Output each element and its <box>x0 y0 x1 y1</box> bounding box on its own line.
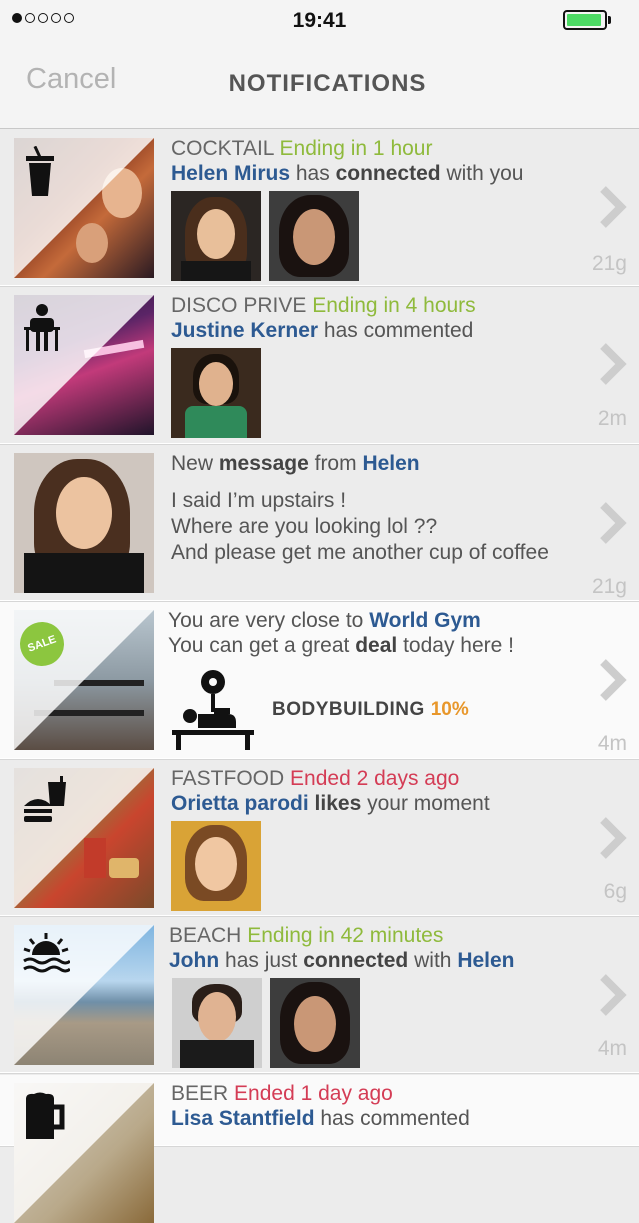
message-line: And please get me another cup of coffee <box>171 541 549 564</box>
text-after: has commented <box>320 1107 470 1130</box>
event-category: BEER <box>171 1082 229 1105</box>
beer-mug-icon <box>26 1092 65 1139</box>
timestamp: 4m <box>597 1037 627 1060</box>
notification-row-fastfood[interactable]: FASTFOOD Ended 2 days ago Orietta parodi… <box>0 760 639 916</box>
text-after: with you <box>446 162 524 185</box>
event-category: COCKTAIL <box>171 137 274 160</box>
notification-content: DISCO PRIVE Ending in 4 hours Justine Ke… <box>171 293 579 438</box>
action-text: connected <box>303 949 409 972</box>
notification-row-beer[interactable]: BEER Ended 1 day ago Lisa Stantfield has… <box>0 1075 639 1223</box>
place-thumbnail: SALE <box>14 610 154 750</box>
event-thumbnail <box>14 138 154 278</box>
sunset-sea-icon <box>23 933 70 973</box>
user-name[interactable]: John <box>169 949 219 972</box>
event-status: Ending in 4 hours <box>312 294 476 317</box>
event-category: BEACH <box>169 924 242 947</box>
user-name[interactable]: Helen <box>362 452 419 475</box>
notification-row-cocktail[interactable]: COCKTAIL Ending in 1 hour Helen Mirus ha… <box>0 130 639 286</box>
event-status: Ending in 42 minutes <box>247 924 444 947</box>
deal-text: deal <box>355 634 398 657</box>
message-line: Where are you looking lol ?? <box>171 515 438 538</box>
status-bar: 19:41 <box>0 0 639 40</box>
avatar[interactable] <box>269 191 359 281</box>
battery-icon <box>563 10 607 30</box>
timestamp: 21g <box>591 575 627 598</box>
user-name[interactable]: Justine Kerner <box>171 319 318 342</box>
timestamp: 4m <box>597 732 627 755</box>
offer-label: BODYBUILDING <box>272 699 425 720</box>
battery-tip <box>608 16 611 24</box>
cocktail-glass-icon <box>26 146 54 196</box>
weightlifter-icon <box>172 670 254 750</box>
notification-content: You are very close to World Gym You can … <box>168 608 579 752</box>
notification-row-disco[interactable]: DISCO PRIVE Ending in 4 hours Justine Ke… <box>0 287 639 444</box>
text-after: with <box>414 949 452 972</box>
notification-content: BEACH Ending in 42 minutes John has just… <box>169 923 579 1068</box>
text-prefix: New <box>171 452 214 475</box>
event-status: Ended 1 day ago <box>234 1082 393 1105</box>
chevron-right-icon[interactable] <box>597 185 627 229</box>
offer[interactable]: BODYBUILDING 10% <box>168 668 579 752</box>
event-thumbnail <box>14 925 154 1065</box>
avatar[interactable] <box>171 191 261 281</box>
text-before: has <box>295 162 330 185</box>
action-text: connected <box>335 162 441 185</box>
avatar[interactable] <box>171 821 261 911</box>
chevron-right-icon[interactable] <box>597 342 627 386</box>
timestamp: 2m <box>597 407 627 430</box>
text-after: has commented <box>323 319 474 342</box>
notification-row-message[interactable]: New message from Helen I said I’m upstai… <box>0 445 639 601</box>
action-text: likes <box>314 792 362 815</box>
user-name[interactable]: Lisa Stantfield <box>171 1107 315 1130</box>
nav-bar: Cancel NOTIFICATIONS <box>0 40 639 129</box>
notification-content: COCKTAIL Ending in 1 hour Helen Mirus ha… <box>171 136 579 281</box>
text-prefix: You can get a great <box>168 634 350 657</box>
notification-content: FASTFOOD Ended 2 days ago Orietta parodi… <box>171 766 579 911</box>
event-category: FASTFOOD <box>171 767 285 790</box>
text-prefix: You are very close to <box>168 609 364 632</box>
chevron-right-icon[interactable] <box>597 501 627 545</box>
offer-value: 10% <box>430 699 469 720</box>
action-text: message <box>218 452 309 475</box>
notification-content: BEER Ended 1 day ago Lisa Stantfield has… <box>171 1081 579 1131</box>
timestamp: 21g <box>591 252 627 275</box>
avatar[interactable] <box>171 348 261 438</box>
event-status: Ending in 1 hour <box>279 137 433 160</box>
chevron-right-icon[interactable] <box>597 816 627 860</box>
text-after: your moment <box>367 792 490 815</box>
place-name[interactable]: World Gym <box>369 609 481 632</box>
timestamp: 6g <box>603 880 627 903</box>
message-line: I said I’m upstairs ! <box>171 489 347 512</box>
event-thumbnail <box>14 768 154 908</box>
chevron-right-icon[interactable] <box>597 658 627 702</box>
page-title: NOTIFICATIONS <box>228 70 427 97</box>
user-name[interactable]: Helen <box>457 949 514 972</box>
text-middle: from <box>314 452 357 475</box>
avatar[interactable] <box>270 978 360 1068</box>
notification-content: New message from Helen I said I’m upstai… <box>171 451 579 566</box>
user-name[interactable]: Helen Mirus <box>171 162 290 185</box>
event-thumbnail <box>14 295 154 435</box>
burger-drink-icon <box>24 776 66 822</box>
chevron-right-icon[interactable] <box>597 973 627 1017</box>
avatar[interactable] <box>172 978 262 1068</box>
sender-photo <box>14 453 154 593</box>
event-category: DISCO PRIVE <box>171 294 307 317</box>
user-name[interactable]: Orietta parodi <box>171 792 309 815</box>
notification-row-gym-deal[interactable]: SALE You are very close to World Gym You… <box>0 602 639 759</box>
event-status: Ended 2 days ago <box>290 767 460 790</box>
bouncer-icon <box>24 304 60 351</box>
event-thumbnail <box>14 1083 154 1223</box>
text-suffix: today here ! <box>403 634 514 657</box>
text-before: has just <box>225 949 298 972</box>
notification-row-beach[interactable]: BEACH Ending in 42 minutes John has just… <box>0 917 639 1073</box>
status-time: 19:41 <box>292 9 347 32</box>
